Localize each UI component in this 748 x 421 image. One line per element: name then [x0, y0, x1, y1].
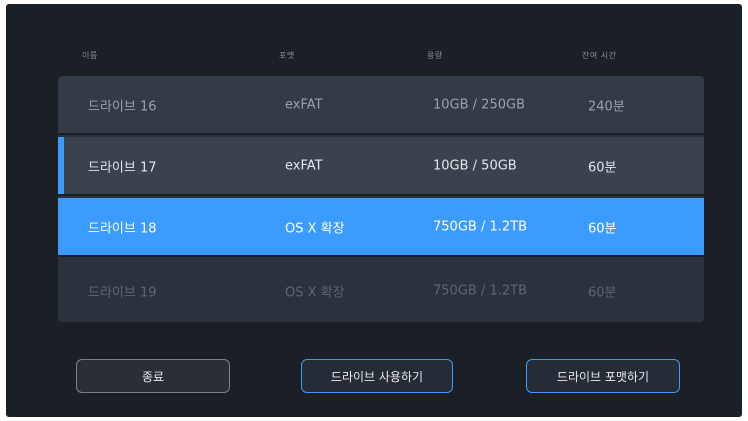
- drive-recording-time: 60분: [588, 285, 617, 300]
- drive-row[interactable]: 드라이브 16 exFAT 10GB / 250GB 240분: [58, 76, 704, 135]
- active-drive-indicator: [58, 137, 64, 194]
- drive-name: 드라이브 17: [88, 160, 157, 175]
- drive-recording-time: 60분: [588, 160, 617, 175]
- column-header-format: 포맷: [279, 51, 295, 60]
- exit-button[interactable]: 종료: [76, 359, 230, 393]
- format-drive-button[interactable]: 드라이브 포맷하기: [526, 359, 680, 393]
- drive-capacity: 750GB / 1.2TB: [433, 219, 527, 234]
- drive-format: OS X 확장: [285, 285, 345, 300]
- drive-capacity: 750GB / 1.2TB: [433, 283, 527, 298]
- drive-format: exFAT: [285, 97, 323, 112]
- drive-format: OS X 확장: [285, 221, 345, 236]
- column-header-capacity: 용량: [427, 51, 443, 60]
- drive-name: 드라이브 19: [88, 285, 157, 300]
- column-header-recording-time: 잔여 시간: [582, 51, 617, 60]
- use-drive-button[interactable]: 드라이브 사용하기: [301, 359, 453, 393]
- drive-name: 드라이브 16: [88, 99, 157, 114]
- drive-recording-time: 240분: [588, 99, 625, 114]
- drive-row-selected[interactable]: 드라이브 18 OS X 확장 750GB / 1.2TB 60분: [58, 198, 704, 257]
- drive-row[interactable]: 드라이브 19 OS X 확장 750GB / 1.2TB 60분: [58, 259, 704, 322]
- drive-recording-time: 60분: [588, 221, 617, 236]
- drive-capacity: 10GB / 50GB: [433, 158, 517, 173]
- drive-list: 드라이브 16 exFAT 10GB / 250GB 240분 드라이브 17 …: [58, 76, 704, 322]
- table-header: 이름 포맷 용량 잔여 시간: [6, 50, 742, 64]
- drive-select-screen: 이름 포맷 용량 잔여 시간 드라이브 16 exFAT 10GB / 250G…: [6, 4, 742, 417]
- column-header-name: 이름: [82, 51, 98, 60]
- drive-row-active[interactable]: 드라이브 17 exFAT 10GB / 50GB 60분: [58, 137, 704, 196]
- drive-name: 드라이브 18: [88, 221, 157, 236]
- drive-capacity: 10GB / 250GB: [433, 97, 525, 112]
- drive-format: exFAT: [285, 158, 323, 173]
